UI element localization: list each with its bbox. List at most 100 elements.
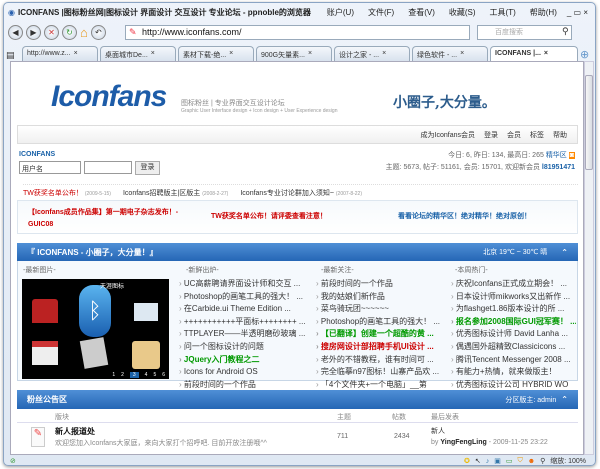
banner-link[interactable]: TW获奖名单公布！请评委查看注意！ <box>211 211 327 221</box>
bulb-icon[interactable]: ✪ <box>464 457 470 465</box>
forward-icon[interactable]: ▶ <box>26 24 41 40</box>
th-topics: 主题 <box>337 414 351 421</box>
collapse-icon[interactable]: ⌃ <box>561 395 568 404</box>
notice-item[interactable]: Iconfans招聘版主|区版主 (2008-2-27) <box>123 188 228 198</box>
col-header: -新鲜出炉- <box>186 267 219 274</box>
back-icon[interactable]: ◀ <box>8 24 23 40</box>
password-input[interactable] <box>84 161 132 174</box>
pager-item[interactable]: 5 <box>153 372 156 378</box>
sidebar-toggle-icon[interactable]: ▤ <box>6 50 20 61</box>
list-item[interactable]: 有能力+热情，就来做版主！ <box>451 366 576 379</box>
nav-register[interactable]: 成为Iconfans会员 <box>421 130 475 140</box>
history-icon[interactable]: ↶ <box>90 24 106 40</box>
motto: 小圈子,大分量。 <box>393 95 496 111</box>
window-icon[interactable]: ▣ <box>494 457 501 465</box>
emoticon-icon[interactable]: ☻ <box>528 458 535 465</box>
address-bar[interactable]: http://www.iconfans.com/ <box>125 25 470 40</box>
list-item[interactable]: 报名参加2008国际GUI冠军赛！ ... <box>451 316 576 329</box>
screen-icon[interactable]: ▭ <box>506 457 513 465</box>
rss-icon[interactable]: ◙ <box>568 152 575 159</box>
tab[interactable]: 900G矢量素... × <box>256 46 332 61</box>
list-item[interactable]: UC高薪聘请界面设计师和交互 ... <box>179 278 307 291</box>
new-member-link[interactable]: l81951471 <box>542 164 575 171</box>
list-item[interactable]: 腾讯Tencent Messenger 2008 ... <box>451 354 576 367</box>
menu-tools[interactable]: 工具(T) <box>490 7 516 18</box>
list-item[interactable]: 前段时间的一个作品 <box>316 278 444 291</box>
nav-tags[interactable]: 标签 <box>530 130 544 140</box>
menu-favorites[interactable]: 收藏(S) <box>449 7 476 18</box>
zoom-icon[interactable]: ⚲ <box>540 457 545 465</box>
last-post-user[interactable]: YingFengLing <box>440 439 486 446</box>
shield-icon[interactable]: ⛉ <box>517 457 522 465</box>
banner-link[interactable]: 看看论坛的精华区！绝对精华！绝对原创！ <box>398 211 531 221</box>
th-last: 最后发表 <box>431 414 459 421</box>
forum-name[interactable]: 新人报道处 <box>55 426 95 437</box>
col-header: -最新图片- <box>23 267 56 274</box>
digest-link[interactable]: 精华区 <box>546 152 567 159</box>
nav-members[interactable]: 会员 <box>507 130 521 140</box>
tab[interactable]: 绿色软件 - ... × <box>412 46 488 61</box>
username-input[interactable]: 用户名 <box>19 161 81 174</box>
home-icon[interactable]: ⌂ <box>80 25 88 40</box>
zoom-level[interactable]: 缩放: 100% <box>550 456 586 466</box>
last-post-title[interactable]: 新人 <box>431 426 445 436</box>
moderator: 分区版主: admin <box>505 396 557 404</box>
banner: 【Iconfans成员作品集】第一期电子杂志发布！- GUIC08 TW获奖名单… <box>17 200 578 234</box>
menu-help[interactable]: 帮助(H) <box>530 7 557 18</box>
tab[interactable]: 设计之家 - ... × <box>334 46 410 61</box>
list-item[interactable]: 我的姑娘们新作品 <box>316 291 444 304</box>
menu-account[interactable]: 账户(U) <box>327 7 354 18</box>
stop-icon[interactable]: ✕ <box>44 24 59 40</box>
tab[interactable]: 素材下载-绝... × <box>178 46 254 61</box>
banner-link[interactable]: 【Iconfans成员作品集】第一期电子杂志发布！- GUIC08 <box>28 207 188 231</box>
menu-view[interactable]: 查看(V) <box>408 7 435 18</box>
list-item[interactable]: 老外的不错教程，谁有时间可 ... <box>316 354 444 367</box>
list-item[interactable]: 搜房网设计部招聘手机UI设计 ... <box>316 341 444 354</box>
pager-item[interactable]: 2 <box>121 372 124 378</box>
list-item[interactable]: 日本设计师mikworks又出新作 ... <box>451 291 576 304</box>
pager-item[interactable]: 1 <box>112 372 115 378</box>
refresh-icon[interactable]: ↻ <box>62 24 77 40</box>
top-nav: 成为Iconfans会员 登录 会员 标签 帮助 <box>17 125 578 144</box>
list-item[interactable]: 完全临摹n97图标！山寨产品欢 ... <box>316 366 444 379</box>
sound-icon[interactable]: ♪ <box>486 458 490 465</box>
house-icon <box>32 299 58 323</box>
pager-item[interactable]: 3 <box>129 372 139 378</box>
list-item[interactable]: JQuery入门教程之二 <box>179 354 307 367</box>
list-item[interactable]: 【已翻译】创建一个超酷的黄 ... <box>316 328 444 341</box>
login-button[interactable]: 登录 <box>135 161 160 175</box>
search-icon[interactable]: ⚲ <box>562 26 569 37</box>
pager-item[interactable]: 6 <box>162 372 165 378</box>
search-input[interactable]: 百度搜索 <box>477 25 572 40</box>
scrollbar-thumb[interactable] <box>585 75 593 170</box>
list-item[interactable]: Photoshop的画笔工具的强大！ ... <box>179 291 307 304</box>
stats-line2: 主题: 5673, 帖子: 51161, 会员: 15701, 欢迎新会员 l8… <box>385 164 575 171</box>
tab[interactable]: 桌面城市De... × <box>100 46 176 61</box>
list-item[interactable]: +++++++++++平面标++++++++ ... <box>179 316 307 329</box>
list-item[interactable]: 为flashget1.86版本设计的所 ... <box>451 303 576 316</box>
nav-help[interactable]: 帮助 <box>553 130 567 140</box>
cursor-icon[interactable]: ↖ <box>475 457 481 465</box>
list-item[interactable]: 优秀图标设计师 David Lanha ... <box>451 328 576 341</box>
pager-item[interactable]: 4 <box>145 372 148 378</box>
new-tab-icon[interactable]: ⊕ <box>580 48 589 61</box>
list-item[interactable]: Icons for Android OS <box>179 366 307 379</box>
list-item[interactable]: 偶遇国外超精致Classicicons ... <box>451 341 576 354</box>
tab-active[interactable]: ICONFANS |... × <box>490 46 578 61</box>
menu-file[interactable]: 文件(F) <box>368 7 394 18</box>
featured-image[interactable]: ᛒ 天涯图标 123456 <box>22 279 169 379</box>
collapse-icon[interactable]: ⌃ <box>561 248 568 257</box>
slogan-cn: 图标粉丝 | 专业界面交互设计论坛 <box>181 100 285 107</box>
notice-item[interactable]: TW获奖名单公布！ (2009-5-15) <box>23 188 111 198</box>
nav-login[interactable]: 登录 <box>484 130 498 140</box>
list-item[interactable]: 菜鸟骑玩团~~~~~~ <box>316 303 444 316</box>
list-item[interactable]: 在Carbide.ui Theme Edition ... <box>179 303 307 316</box>
list-item[interactable]: TTPLAYER——半透明磨砂玻璃 ... <box>179 328 307 341</box>
notice-item[interactable]: Iconfans专业讨论群加入须知~ (2007-8-22) <box>240 188 362 198</box>
list-item[interactable]: 庆祝Iconfans正式成立期会！ ... <box>451 278 576 291</box>
list-item[interactable]: 问一个图标设计的问题 <box>179 341 307 354</box>
window-controls[interactable]: _ ▭ × <box>567 8 588 17</box>
list-item[interactable]: Photoshop的画笔工具的强大！ ... <box>316 316 444 329</box>
tab[interactable]: http://www.z... × <box>22 46 98 61</box>
site-logo[interactable]: Iconfans <box>51 80 167 114</box>
